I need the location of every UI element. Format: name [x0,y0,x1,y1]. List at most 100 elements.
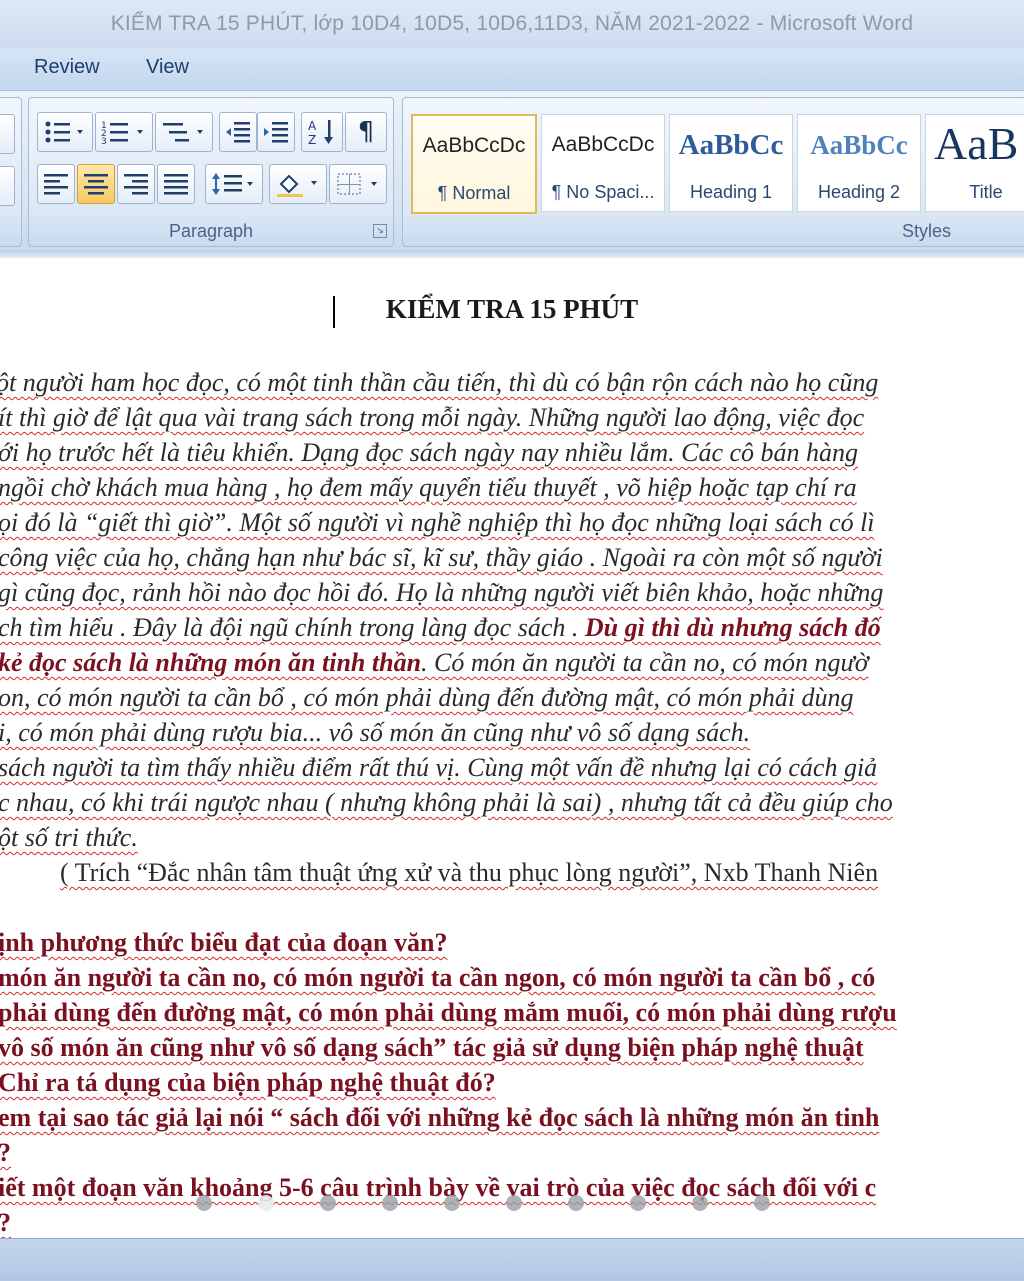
passage-line: ngồi chờ khách mua hàng , họ đem mấy quy… [0,473,857,502]
style-normal-sample: AaBbCcDc [422,134,526,157]
passage-line: sách người ta tìm thấy nhiều điểm rất th… [0,753,878,782]
style-normal[interactable]: AaBbCcDc ¶ Normal [411,114,537,214]
ribbon-bottom-edge [0,250,1024,258]
show-formatting-button[interactable]: ¶ [345,112,387,152]
passage-line-mixed: kẻ đọc sách là những món ăn tinh thần. C… [0,646,869,680]
page-dot[interactable] [382,1195,398,1211]
passage-line: gì cũng đọc, rảnh hồi nào đọc hồi đó. Họ… [0,578,884,607]
tab-review[interactable]: Review [34,56,100,79]
tab-view[interactable]: View [146,56,189,79]
passage-line: công việc của họ, chẳng hạn như bác sĩ, … [0,543,883,572]
page-indicator [0,1188,1024,1216]
font-group-partial [0,97,22,247]
paragraph-dialog-launcher[interactable]: ↘ [373,224,387,238]
passage-emphasis: kẻ đọc sách là những món ăn tinh thần [0,648,422,677]
svg-text:Z: Z [308,133,316,147]
page-dot-active[interactable] [258,1195,274,1211]
sort-icon: A Z [308,119,333,147]
multilevel-list-button[interactable] [155,112,213,152]
question-line: phải dùng đến đường mật, có món phải dùn… [0,998,897,1027]
style-title-sample: AaB [934,118,1019,169]
justify-icon [164,174,188,195]
page-dot[interactable] [444,1195,460,1211]
align-center-button[interactable] [77,164,115,204]
passage-line: ọi đó là “giết thì giờ”. Một số người vì… [0,508,875,537]
line-spacing-button[interactable] [205,164,263,204]
question-line: em tại sao tác giả lại nói “ sách đối vớ… [0,1103,880,1132]
page-dot[interactable] [196,1195,212,1211]
paint-bucket-icon [277,174,317,197]
decrease-indent-icon [226,122,250,143]
line-spacing-icon [212,173,253,195]
shading-button[interactable] [269,164,327,204]
window-title: KIỂM TRA 15 PHÚT, lớp 10D4, 10D5, 10D6,1… [0,0,1024,48]
styles-group: AaBbCcDc ¶ Normal AaBbCcDc ¶ No Spaci...… [402,97,1024,247]
paragraph-group: 1 2 3 A Z ¶ Paragraph ↘ [28,97,394,247]
multilevel-list-icon [163,123,203,142]
question-line: ịnh phương thức biểu đạt của đoạn văn? [0,928,448,957]
status-bar [0,1238,1024,1281]
question-line: ? [0,1136,11,1170]
style-heading-2[interactable]: AaBbCc Heading 2 [797,114,921,212]
question-line: vô số món ăn cũng như vô số dạng sách” t… [0,1033,864,1062]
style-title-name: Title [969,182,1003,202]
question-line: món ăn người ta cần no, có món người ta … [0,963,876,992]
svg-text:3: 3 [101,137,107,145]
styles-group-label: Styles [901,221,951,241]
style-no-spacing[interactable]: AaBbCcDc ¶ No Spaci... [541,114,665,212]
font-color-button[interactable] [0,114,15,154]
sort-button[interactable]: A Z [301,112,343,152]
borders-icon [337,173,377,195]
document-page[interactable]: KIỂM TRA 15 PHÚT ột người ham học đọc, c… [0,258,1024,1238]
passage-text: ch tìm hiểu . Đây là đội ngũ chính trong… [0,613,585,642]
passage-line: ột người ham học đọc, có một tinh thần c… [0,368,879,397]
page-dot[interactable] [692,1195,708,1211]
passage-line: c nhau, có khi trái ngược nhau ( nhưng k… [0,788,893,817]
svg-text:A: A [308,119,317,133]
bullets-icon [45,121,83,143]
passage-line-mixed: ch tìm hiểu . Đây là đội ngũ chính trong… [0,611,881,645]
ribbon-tabs: Review View [0,48,1024,90]
question-line: Chỉ ra tá dụng của biện pháp nghệ thuật … [0,1068,496,1097]
page-dot[interactable] [754,1195,770,1211]
style-normal-name: ¶ Normal [437,183,511,203]
style-heading-2-name: Heading 2 [817,182,901,202]
passage-line: i, có món phải dùng rượu bia... vô số mó… [0,718,751,747]
align-center-icon [84,174,108,195]
pilcrow-icon: ¶ [357,117,375,147]
style-no-spacing-sample: AaBbCcDc [551,133,655,156]
page-dot[interactable] [568,1195,584,1211]
page-dot[interactable] [506,1195,522,1211]
numbering-button[interactable]: 1 2 3 [95,112,153,152]
passage-emphasis: Dù gì thì dù nhưng sách đố [584,613,881,642]
document-title: KIỂM TRA 15 PHÚT [385,294,639,324]
align-left-icon [44,174,68,195]
passage-line: ới họ trước hết là tiêu khiển. Dạng đọc … [0,438,859,467]
borders-button[interactable] [329,164,387,204]
style-heading-2-sample: AaBbCc [810,130,908,160]
page-dot[interactable] [320,1195,336,1211]
align-left-button[interactable] [37,164,75,204]
font-dropdown-button[interactable] [0,166,15,206]
style-heading-1-name: Heading 1 [689,182,773,202]
passage-line: ột số tri thức. [0,823,138,852]
style-heading-1[interactable]: AaBbCc Heading 1 [669,114,793,212]
passage-line: on, có món người ta cần bổ , có món phải… [0,683,854,712]
numbering-icon: 1 2 3 [101,121,143,145]
ribbon: 1 2 3 A Z ¶ Paragraph ↘ AaBbCcDc ¶ Norma… [0,90,1024,252]
align-right-button[interactable] [117,164,155,204]
page-dot[interactable] [630,1195,646,1211]
text-cursor [333,296,335,328]
style-heading-1-sample: AaBbCc [678,129,784,161]
increase-indent-icon [264,122,288,143]
paragraph-group-label: Paragraph [168,221,254,241]
align-right-icon [124,174,148,195]
bullets-button[interactable] [37,112,93,152]
decrease-indent-button[interactable] [219,112,257,152]
passage-text: . Có món ăn người ta cần no, có món ngườ [421,648,869,677]
increase-indent-button[interactable] [257,112,295,152]
justify-button[interactable] [157,164,195,204]
style-no-spacing-name: ¶ No Spaci... [551,182,655,202]
style-title[interactable]: AaB Title [925,114,1024,212]
passage-line: ít thì giờ để lật qua vài trang sách tro… [0,403,865,432]
